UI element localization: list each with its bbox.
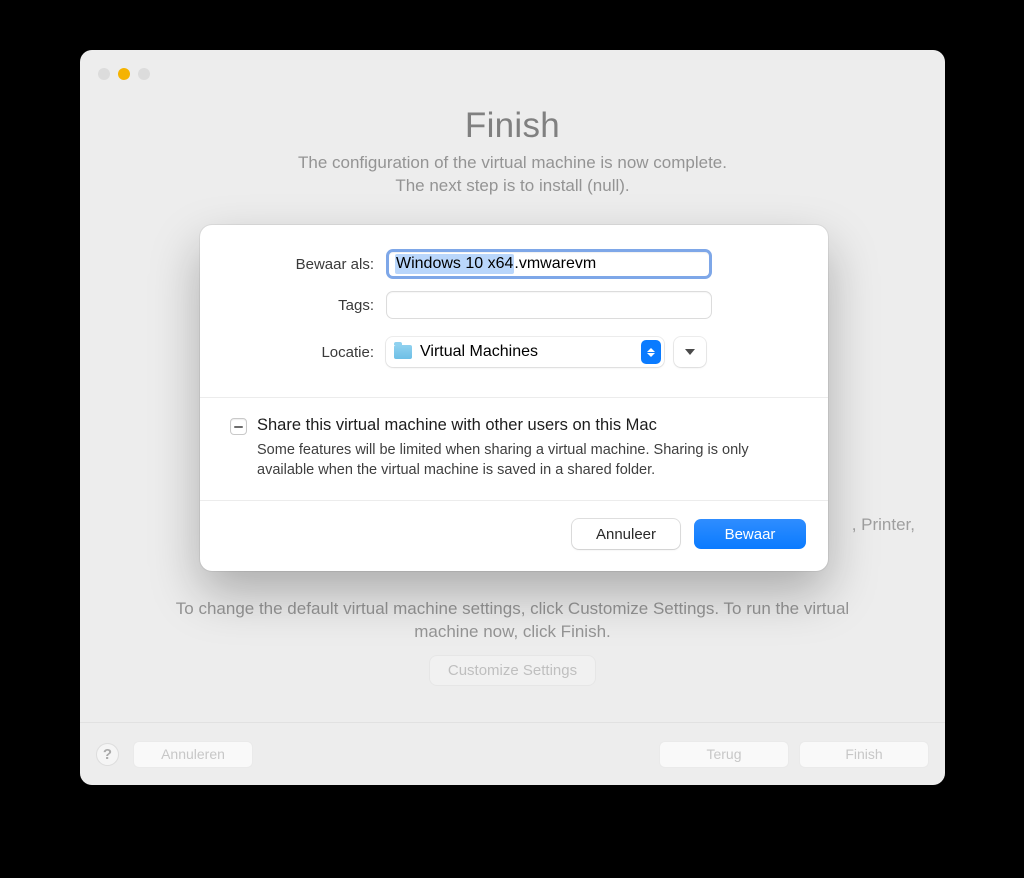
chevron-down-icon	[685, 349, 695, 355]
customize-settings-button[interactable]: Customize Settings	[430, 656, 595, 685]
window-controls	[98, 68, 150, 80]
location-value: Virtual Machines	[420, 343, 538, 361]
location-label: Locatie:	[226, 344, 386, 361]
share-vm-title: Share this virtual machine with other us…	[257, 416, 657, 435]
cancel-button[interactable]: Annuleren	[133, 741, 253, 768]
background-summary-snippet: , Printer,	[852, 515, 915, 535]
finish-button[interactable]: Finish	[799, 741, 929, 768]
help-button[interactable]: ?	[96, 743, 119, 766]
subtitle-line-2: The next step is to install (null).	[395, 176, 629, 195]
filename-selected-text: Windows 10 x64	[395, 254, 514, 274]
instructions-text: To change the default virtual machine se…	[153, 598, 873, 644]
close-window-button[interactable]	[98, 68, 110, 80]
zoom-window-button[interactable]	[138, 68, 150, 80]
bottom-bar: ? Annuleren Terug Finish	[80, 723, 945, 785]
location-stepper-icon	[641, 340, 661, 364]
tags-input[interactable]	[386, 291, 712, 319]
location-popup[interactable]: Virtual Machines	[386, 337, 664, 367]
page-title: Finish	[465, 106, 560, 146]
page-subtitle: The configuration of the virtual machine…	[298, 152, 727, 198]
expand-save-panel-button[interactable]	[674, 337, 706, 367]
sheet-cancel-button[interactable]: Annuleer	[572, 519, 680, 549]
save-sheet: Bewaar als: Windows 10 x64.vmwarevm Tags…	[200, 225, 828, 571]
share-vm-description: Some features will be limited when shari…	[257, 441, 777, 480]
back-button[interactable]: Terug	[659, 741, 789, 768]
save-as-input[interactable]: Windows 10 x64.vmwarevm	[386, 249, 712, 279]
share-vm-checkbox[interactable]	[230, 418, 247, 435]
minimize-window-button[interactable]	[118, 68, 130, 80]
folder-icon	[394, 345, 412, 359]
filename-extension: .vmwarevm	[514, 255, 596, 273]
subtitle-line-1: The configuration of the virtual machine…	[298, 153, 727, 172]
save-as-label: Bewaar als:	[226, 256, 386, 273]
instructions-block: To change the default virtual machine se…	[80, 598, 945, 685]
tags-label: Tags:	[226, 297, 386, 314]
sheet-actions: Annuleer Bewaar	[200, 501, 828, 571]
sheet-save-button[interactable]: Bewaar	[694, 519, 806, 549]
